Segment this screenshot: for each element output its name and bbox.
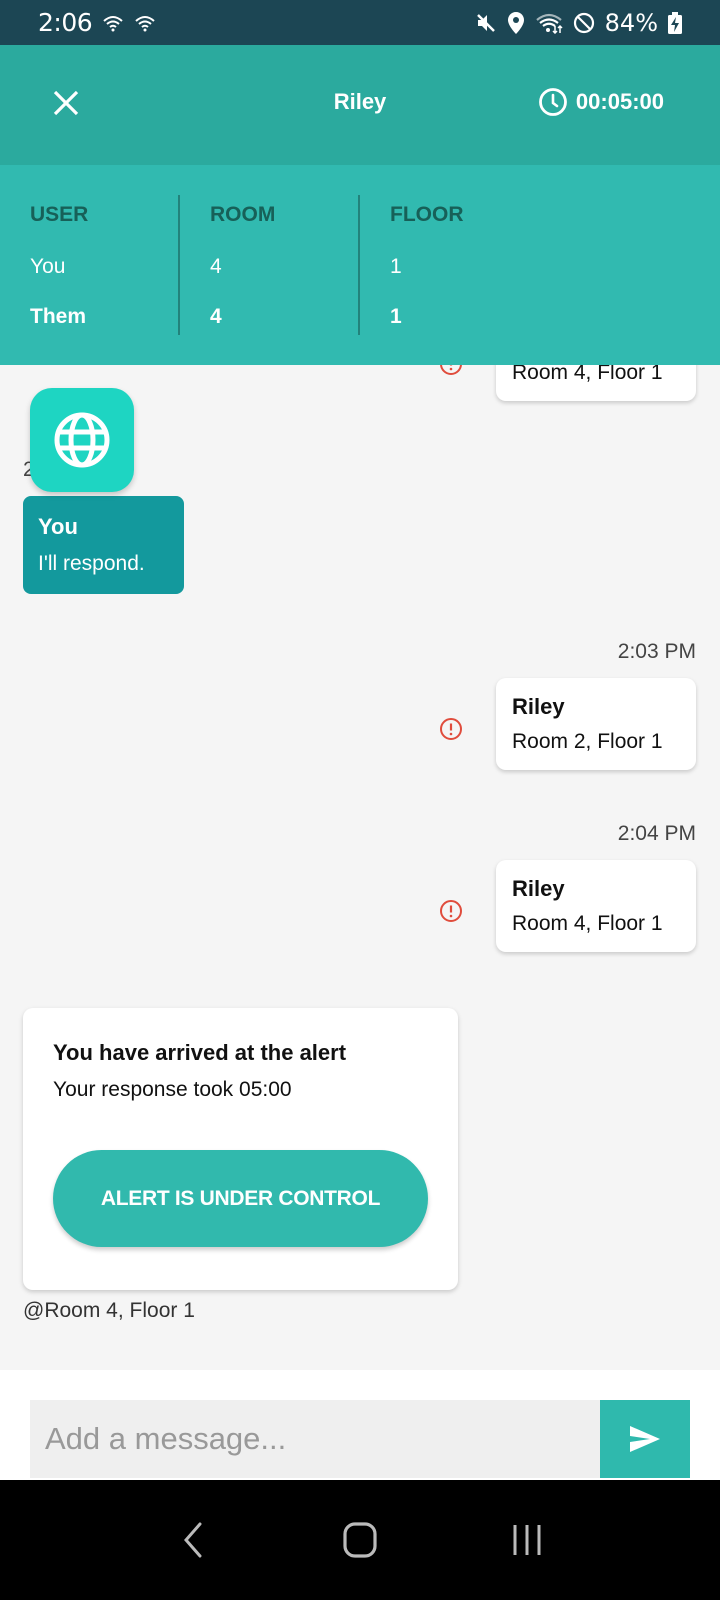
alert-icon: [440, 718, 462, 740]
status-right: 84%: [475, 9, 682, 37]
composer: [0, 1370, 720, 1480]
message-input[interactable]: [30, 1400, 600, 1478]
message-sender: You: [38, 514, 78, 539]
message-timestamp: 2:03 PM: [617, 640, 696, 663]
chat-list[interactable]: Riley Room 4, Floor 1 2 You I'll respond…: [0, 365, 720, 1370]
back-icon: [184, 1522, 202, 1558]
message-timestamp: 2:04 PM: [617, 822, 696, 845]
recents-icon: [513, 1525, 541, 1555]
home-button[interactable]: [330, 1510, 390, 1570]
wifi-calling-icon: [134, 14, 156, 32]
send-icon: [630, 1426, 660, 1452]
arrival-subtitle: Your response took 05:00: [53, 1078, 292, 1101]
info-panel: USER You Them ROOM 4 4 FLOOR 1 1: [0, 165, 720, 365]
message-body: Room 2, Floor 1: [512, 730, 663, 753]
back-button[interactable]: [163, 1510, 223, 1570]
message-body: I'll respond.: [38, 552, 145, 575]
info-divider: [178, 195, 180, 335]
info-floor-them: 1: [390, 305, 402, 328]
wifi-calling-icon: [102, 14, 124, 32]
app-header: Riley 00:05:00: [0, 45, 720, 165]
system-nav-bar: [0, 1480, 720, 1600]
recents-button[interactable]: [497, 1510, 557, 1570]
info-column-room: ROOM 4 4: [210, 195, 275, 335]
info-room-them: 4: [210, 305, 222, 328]
message-body: Room 4, Floor 1: [512, 912, 663, 935]
battery-percent: 84%: [604, 8, 658, 37]
timer: 00:05:00: [538, 87, 664, 117]
arrival-card: You have arrived at the alert Your respo…: [23, 1008, 458, 1290]
info-room-you: 4: [210, 255, 222, 278]
info-floor-you: 1: [390, 255, 402, 278]
battery-charging-icon: [668, 11, 682, 34]
message-bubble-outgoing: You I'll respond.: [23, 496, 184, 594]
info-column-user: USER You Them: [30, 195, 88, 335]
do-not-disturb-icon: [573, 12, 595, 34]
info-header-user: USER: [30, 203, 89, 226]
status-time: 2:06: [38, 8, 93, 37]
wifi-icon: [535, 12, 563, 34]
alert-under-control-button[interactable]: ALERT IS UNDER CONTROL: [53, 1150, 428, 1247]
message-sender: Riley: [512, 876, 565, 901]
message-bubble-incoming: Riley Room 2, Floor 1: [496, 678, 696, 770]
clock-icon: [539, 88, 567, 116]
message-bubble-incoming: Riley Room 4, Floor 1: [496, 365, 696, 401]
globe-icon: [54, 412, 110, 468]
info-divider: [358, 195, 360, 335]
info-column-floor: FLOOR 1 1: [390, 195, 464, 335]
info-user-you: You: [30, 255, 66, 278]
arrival-location: @Room 4, Floor 1: [23, 1299, 195, 1322]
close-icon: [53, 90, 79, 116]
info-header-floor: FLOOR: [390, 203, 464, 226]
home-icon: [343, 1522, 377, 1558]
globe-button[interactable]: [30, 388, 134, 492]
message-sender: Riley: [512, 694, 565, 719]
status-left: 2:06: [38, 8, 156, 37]
screen: 2:06 84% Riley 00:05:00 USER You Them RO…: [0, 0, 720, 1600]
info-header-room: ROOM: [210, 203, 276, 226]
alert-icon: [440, 900, 462, 922]
status-bar: 2:06 84%: [0, 0, 720, 45]
close-button[interactable]: [48, 85, 84, 121]
location-icon: [507, 11, 525, 35]
arrival-title: You have arrived at the alert: [53, 1040, 347, 1065]
info-user-them: Them: [30, 305, 87, 328]
alert-icon: [440, 365, 462, 375]
mute-icon: [475, 12, 497, 34]
send-button[interactable]: [600, 1400, 690, 1478]
message-body: Room 4, Floor 1: [512, 365, 663, 384]
message-bubble-incoming: Riley Room 4, Floor 1: [496, 860, 696, 952]
timer-value: 00:05:00: [575, 89, 664, 114]
